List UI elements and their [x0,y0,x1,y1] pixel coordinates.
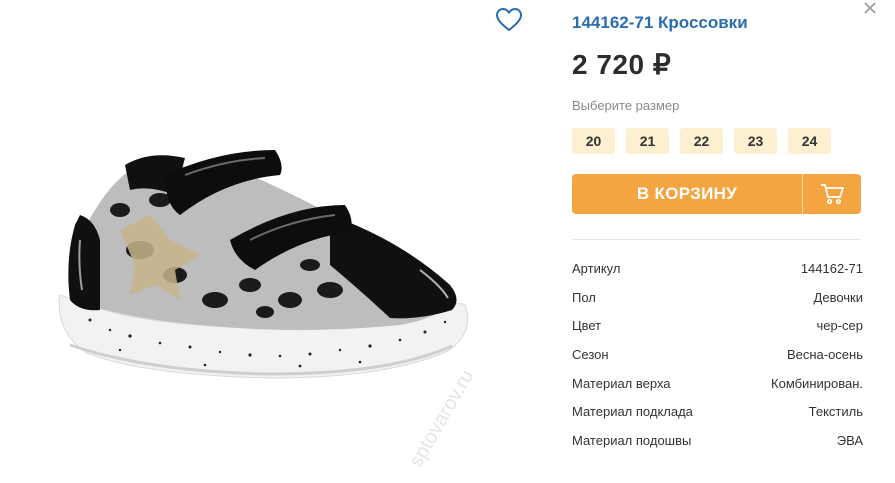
spec-value: чер-сер [816,318,863,334]
spec-label: Сезон [572,346,609,362]
spec-label: Пол [572,289,596,305]
wishlist-button[interactable] [494,6,524,34]
spec-label: Материал подклада [572,404,693,420]
sneaker-image [58,150,469,379]
divider [572,239,861,240]
size-option-20[interactable]: 20 [572,128,615,154]
size-option-24[interactable]: 24 [788,128,831,154]
size-option-22[interactable]: 22 [680,128,723,154]
spec-row-sole-material: Материал подошвы ЭВА [572,426,863,455]
heart-outline-icon [495,7,523,32]
spec-label: Материал верха [572,375,671,391]
spec-label: Цвет [572,318,602,334]
size-option-21[interactable]: 21 [626,128,669,154]
spec-row-season: Сезон Весна-осень [572,340,863,369]
spec-row-color: Цвет чер-сер [572,311,863,340]
spec-row-upper-material: Материал верха Комбинирован. [572,369,863,398]
product-photo: sptovarov.ru [0,0,543,483]
spec-value: Комбинирован. [771,375,863,391]
size-hint: Выберите размер [572,98,680,113]
close-icon [864,2,876,14]
close-button[interactable] [862,0,878,16]
spec-value: ЭВА [836,432,863,448]
cart-icon-wrap [803,183,861,205]
spec-row-gender: Пол Девочки [572,283,863,312]
add-to-cart-label: В КОРЗИНУ [636,184,738,203]
spec-label: Артикул [572,260,621,276]
size-option-23[interactable]: 23 [734,128,777,154]
size-selector: 20 21 22 23 24 [572,128,831,154]
product-quickview: sptovarov.ru 144162-71 Кроссовки 2 720 ₽… [0,0,895,483]
spec-row-article: Артикул 144162-71 [572,254,863,283]
spec-label: Материал подошвы [572,432,692,448]
spec-value: Девочки [813,289,863,305]
spec-value: 144162-71 [800,260,863,276]
spec-value: Текстиль [808,404,863,420]
product-title[interactable]: 144162-71 Кроссовки [572,13,748,33]
shopping-cart-icon [821,184,844,205]
spec-row-lining-material: Материал подклада Текстиль [572,397,863,426]
spec-value: Весна-осень [786,346,863,362]
product-price: 2 720 ₽ [572,49,672,80]
add-to-cart-button[interactable]: В КОРЗИНУ [572,174,861,214]
specs-list: Артикул 144162-71 Пол Девочки Цвет чер-с… [572,254,863,455]
